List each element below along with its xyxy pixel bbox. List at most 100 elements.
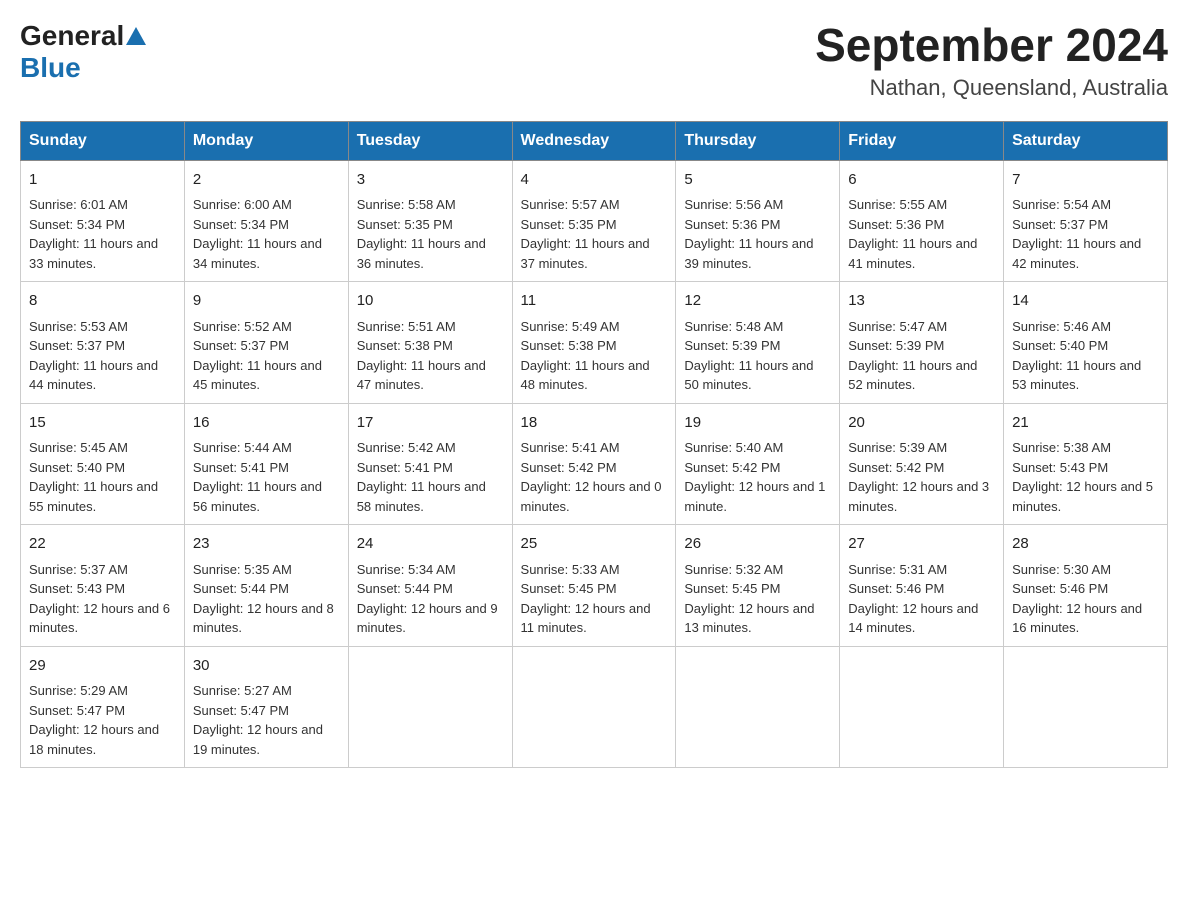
day-number: 9 bbox=[193, 290, 340, 313]
day-info: Sunrise: 5:53 AMSunset: 5:37 PMDaylight:… bbox=[29, 317, 176, 395]
calendar-cell: 17 Sunrise: 5:42 AMSunset: 5:41 PMDaylig… bbox=[348, 403, 512, 525]
day-info: Sunrise: 6:01 AMSunset: 5:34 PMDaylight:… bbox=[29, 195, 176, 273]
calendar-cell: 2 Sunrise: 6:00 AMSunset: 5:34 PMDayligh… bbox=[184, 160, 348, 282]
day-number: 21 bbox=[1012, 412, 1159, 435]
day-info: Sunrise: 5:34 AMSunset: 5:44 PMDaylight:… bbox=[357, 560, 504, 638]
day-info: Sunrise: 5:57 AMSunset: 5:35 PMDaylight:… bbox=[521, 195, 668, 273]
calendar-cell: 9 Sunrise: 5:52 AMSunset: 5:37 PMDayligh… bbox=[184, 282, 348, 404]
calendar-week-row: 29 Sunrise: 5:29 AMSunset: 5:47 PMDaylig… bbox=[21, 646, 1168, 768]
day-number: 23 bbox=[193, 533, 340, 556]
day-number: 19 bbox=[684, 412, 831, 435]
day-number: 6 bbox=[848, 169, 995, 192]
day-info: Sunrise: 5:38 AMSunset: 5:43 PMDaylight:… bbox=[1012, 438, 1159, 516]
day-number: 7 bbox=[1012, 169, 1159, 192]
day-info: Sunrise: 5:39 AMSunset: 5:42 PMDaylight:… bbox=[848, 438, 995, 516]
day-number: 17 bbox=[357, 412, 504, 435]
calendar-cell: 6 Sunrise: 5:55 AMSunset: 5:36 PMDayligh… bbox=[840, 160, 1004, 282]
calendar-week-row: 1 Sunrise: 6:01 AMSunset: 5:34 PMDayligh… bbox=[21, 160, 1168, 282]
day-number: 10 bbox=[357, 290, 504, 313]
day-info: Sunrise: 5:51 AMSunset: 5:38 PMDaylight:… bbox=[357, 317, 504, 395]
calendar-week-row: 8 Sunrise: 5:53 AMSunset: 5:37 PMDayligh… bbox=[21, 282, 1168, 404]
day-info: Sunrise: 5:27 AMSunset: 5:47 PMDaylight:… bbox=[193, 681, 340, 759]
day-number: 18 bbox=[521, 412, 668, 435]
day-info: Sunrise: 5:47 AMSunset: 5:39 PMDaylight:… bbox=[848, 317, 995, 395]
day-number: 20 bbox=[848, 412, 995, 435]
location-subtitle: Nathan, Queensland, Australia bbox=[815, 75, 1168, 101]
day-number: 5 bbox=[684, 169, 831, 192]
day-info: Sunrise: 5:33 AMSunset: 5:45 PMDaylight:… bbox=[521, 560, 668, 638]
weekday-header-saturday: Saturday bbox=[1004, 121, 1168, 160]
day-info: Sunrise: 5:55 AMSunset: 5:36 PMDaylight:… bbox=[848, 195, 995, 273]
weekday-header-monday: Monday bbox=[184, 121, 348, 160]
day-number: 4 bbox=[521, 169, 668, 192]
day-number: 30 bbox=[193, 655, 340, 678]
calendar-cell: 30 Sunrise: 5:27 AMSunset: 5:47 PMDaylig… bbox=[184, 646, 348, 768]
calendar-cell bbox=[348, 646, 512, 768]
calendar-cell: 21 Sunrise: 5:38 AMSunset: 5:43 PMDaylig… bbox=[1004, 403, 1168, 525]
day-number: 14 bbox=[1012, 290, 1159, 313]
day-info: Sunrise: 5:52 AMSunset: 5:37 PMDaylight:… bbox=[193, 317, 340, 395]
weekday-header-sunday: Sunday bbox=[21, 121, 185, 160]
day-number: 24 bbox=[357, 533, 504, 556]
calendar-cell: 11 Sunrise: 5:49 AMSunset: 5:38 PMDaylig… bbox=[512, 282, 676, 404]
day-info: Sunrise: 5:30 AMSunset: 5:46 PMDaylight:… bbox=[1012, 560, 1159, 638]
day-info: Sunrise: 5:54 AMSunset: 5:37 PMDaylight:… bbox=[1012, 195, 1159, 273]
calendar-cell bbox=[676, 646, 840, 768]
calendar-cell: 16 Sunrise: 5:44 AMSunset: 5:41 PMDaylig… bbox=[184, 403, 348, 525]
weekday-header-friday: Friday bbox=[840, 121, 1004, 160]
day-number: 11 bbox=[521, 290, 668, 313]
day-number: 16 bbox=[193, 412, 340, 435]
logo: General Blue bbox=[20, 20, 147, 84]
calendar-cell: 10 Sunrise: 5:51 AMSunset: 5:38 PMDaylig… bbox=[348, 282, 512, 404]
day-info: Sunrise: 5:29 AMSunset: 5:47 PMDaylight:… bbox=[29, 681, 176, 759]
day-info: Sunrise: 5:40 AMSunset: 5:42 PMDaylight:… bbox=[684, 438, 831, 516]
day-info: Sunrise: 5:42 AMSunset: 5:41 PMDaylight:… bbox=[357, 438, 504, 516]
calendar-cell: 26 Sunrise: 5:32 AMSunset: 5:45 PMDaylig… bbox=[676, 525, 840, 647]
calendar-cell: 14 Sunrise: 5:46 AMSunset: 5:40 PMDaylig… bbox=[1004, 282, 1168, 404]
month-year-title: September 2024 bbox=[815, 20, 1168, 71]
day-info: Sunrise: 5:32 AMSunset: 5:45 PMDaylight:… bbox=[684, 560, 831, 638]
day-number: 15 bbox=[29, 412, 176, 435]
calendar-cell: 7 Sunrise: 5:54 AMSunset: 5:37 PMDayligh… bbox=[1004, 160, 1168, 282]
title-area: September 2024 Nathan, Queensland, Austr… bbox=[815, 20, 1168, 101]
calendar-cell: 18 Sunrise: 5:41 AMSunset: 5:42 PMDaylig… bbox=[512, 403, 676, 525]
calendar-cell: 22 Sunrise: 5:37 AMSunset: 5:43 PMDaylig… bbox=[21, 525, 185, 647]
weekday-header-wednesday: Wednesday bbox=[512, 121, 676, 160]
calendar-cell: 5 Sunrise: 5:56 AMSunset: 5:36 PMDayligh… bbox=[676, 160, 840, 282]
calendar-cell bbox=[1004, 646, 1168, 768]
logo-general-text: General bbox=[20, 20, 124, 52]
calendar-week-row: 15 Sunrise: 5:45 AMSunset: 5:40 PMDaylig… bbox=[21, 403, 1168, 525]
calendar-cell bbox=[840, 646, 1004, 768]
calendar-week-row: 22 Sunrise: 5:37 AMSunset: 5:43 PMDaylig… bbox=[21, 525, 1168, 647]
day-number: 8 bbox=[29, 290, 176, 313]
calendar-cell: 29 Sunrise: 5:29 AMSunset: 5:47 PMDaylig… bbox=[21, 646, 185, 768]
day-info: Sunrise: 6:00 AMSunset: 5:34 PMDaylight:… bbox=[193, 195, 340, 273]
weekday-header-tuesday: Tuesday bbox=[348, 121, 512, 160]
day-number: 12 bbox=[684, 290, 831, 313]
weekday-header-row: SundayMondayTuesdayWednesdayThursdayFrid… bbox=[21, 121, 1168, 160]
day-number: 26 bbox=[684, 533, 831, 556]
day-info: Sunrise: 5:35 AMSunset: 5:44 PMDaylight:… bbox=[193, 560, 340, 638]
calendar-table: SundayMondayTuesdayWednesdayThursdayFrid… bbox=[20, 121, 1168, 769]
day-info: Sunrise: 5:48 AMSunset: 5:39 PMDaylight:… bbox=[684, 317, 831, 395]
day-number: 25 bbox=[521, 533, 668, 556]
day-number: 1 bbox=[29, 169, 176, 192]
day-info: Sunrise: 5:46 AMSunset: 5:40 PMDaylight:… bbox=[1012, 317, 1159, 395]
logo-triangle-icon bbox=[125, 25, 147, 47]
calendar-cell: 27 Sunrise: 5:31 AMSunset: 5:46 PMDaylig… bbox=[840, 525, 1004, 647]
day-number: 22 bbox=[29, 533, 176, 556]
day-number: 29 bbox=[29, 655, 176, 678]
calendar-cell: 15 Sunrise: 5:45 AMSunset: 5:40 PMDaylig… bbox=[21, 403, 185, 525]
day-number: 27 bbox=[848, 533, 995, 556]
calendar-cell: 1 Sunrise: 6:01 AMSunset: 5:34 PMDayligh… bbox=[21, 160, 185, 282]
calendar-cell: 8 Sunrise: 5:53 AMSunset: 5:37 PMDayligh… bbox=[21, 282, 185, 404]
day-number: 3 bbox=[357, 169, 504, 192]
day-info: Sunrise: 5:41 AMSunset: 5:42 PMDaylight:… bbox=[521, 438, 668, 516]
calendar-cell: 12 Sunrise: 5:48 AMSunset: 5:39 PMDaylig… bbox=[676, 282, 840, 404]
day-info: Sunrise: 5:37 AMSunset: 5:43 PMDaylight:… bbox=[29, 560, 176, 638]
day-number: 28 bbox=[1012, 533, 1159, 556]
day-number: 2 bbox=[193, 169, 340, 192]
calendar-cell: 25 Sunrise: 5:33 AMSunset: 5:45 PMDaylig… bbox=[512, 525, 676, 647]
day-number: 13 bbox=[848, 290, 995, 313]
weekday-header-thursday: Thursday bbox=[676, 121, 840, 160]
